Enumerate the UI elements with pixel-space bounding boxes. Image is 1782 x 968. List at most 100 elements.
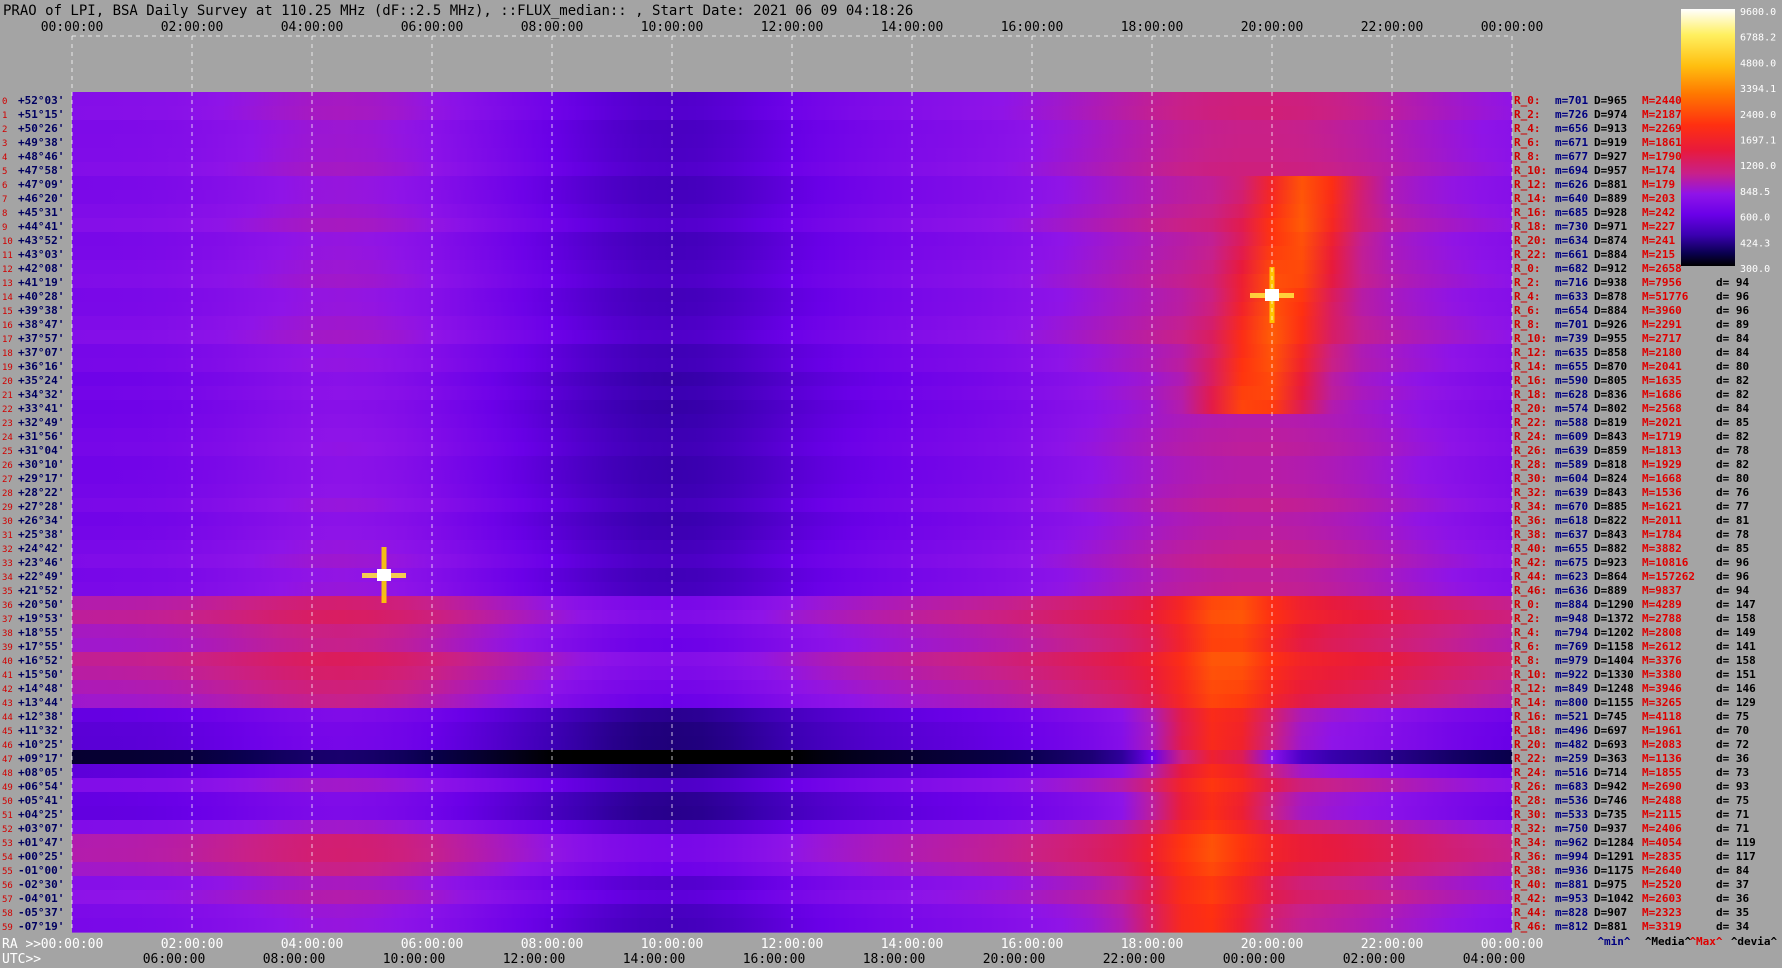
- stat-median: D=923: [1594, 556, 1627, 569]
- stat-min: m=588: [1555, 416, 1588, 429]
- stat-deviation: d= 78: [1716, 444, 1749, 457]
- row-index-label: 2: [2, 125, 7, 135]
- stat-max: M=1784: [1642, 528, 1682, 541]
- stat-median: D=1291: [1594, 850, 1634, 863]
- stat-median: D=1290: [1594, 598, 1634, 611]
- stat-ray: R_8:: [1514, 654, 1541, 667]
- stat-median: D=1155: [1594, 696, 1634, 709]
- stat-deviation: d= 35: [1716, 906, 1749, 919]
- stat-deviation: d= 93: [1716, 780, 1749, 793]
- stat-deviation: d= 84: [1716, 346, 1749, 359]
- top-tick-label: 14:00:00: [881, 20, 944, 35]
- stat-ray: R_4:: [1514, 626, 1541, 639]
- row-index-label: 55: [2, 867, 13, 877]
- row-index-label: 32: [2, 545, 13, 555]
- stat-min: m=671: [1555, 136, 1588, 149]
- stat-ray: R_38:: [1514, 528, 1547, 541]
- stat-deviation: d= 84: [1716, 402, 1749, 415]
- stat-max: M=1635: [1642, 374, 1682, 387]
- stat-ray: R_36:: [1514, 514, 1547, 527]
- top-tick-label: 18:00:00: [1121, 20, 1184, 35]
- top-tick-label: 22:00:00: [1361, 20, 1424, 35]
- dec-label: +22°49': [18, 570, 64, 583]
- stat-min: m=589: [1555, 458, 1588, 471]
- row-index-label: 51: [2, 811, 13, 821]
- stat-min: m=701: [1555, 94, 1588, 107]
- dec-label: +31°04': [18, 444, 64, 457]
- colorbar-tick: 1697.1: [1740, 136, 1776, 147]
- stat-min: m=496: [1555, 724, 1588, 737]
- stat-min: m=656: [1555, 122, 1588, 135]
- stat-median: D=913: [1594, 122, 1627, 135]
- utc-tick-label: 06:00:00: [143, 952, 206, 967]
- stat-min: m=881: [1555, 878, 1588, 891]
- stat-min: m=590: [1555, 374, 1588, 387]
- ra-tick-label: 14:00:00: [881, 937, 944, 952]
- stat-deviation: d= 34: [1716, 920, 1749, 933]
- stat-deviation: d= 36: [1716, 892, 1749, 905]
- stat-deviation: d= 71: [1716, 808, 1749, 821]
- stat-deviation: d= 72: [1716, 738, 1749, 751]
- stat-max: M=2269: [1642, 122, 1682, 135]
- dec-label: +00°25': [18, 850, 64, 863]
- stat-median: D=859: [1594, 444, 1627, 457]
- stat-max: M=1813: [1642, 444, 1682, 457]
- stat-ray: R_40:: [1514, 878, 1547, 891]
- dec-label: +16°52': [18, 654, 64, 667]
- dec-label: +37°57': [18, 332, 64, 345]
- stat-ray: R_40:: [1514, 542, 1547, 555]
- stat-median: D=1284: [1594, 836, 1634, 849]
- utc-axis-prefix: UTC>>: [2, 952, 41, 967]
- top-tick-label: 02:00:00: [161, 20, 224, 35]
- stat-median: D=843: [1594, 528, 1627, 541]
- ra-tick-label: 08:00:00: [521, 937, 584, 952]
- stat-min: m=994: [1555, 850, 1588, 863]
- stat-min: m=948: [1555, 612, 1588, 625]
- row-index-label: 6: [2, 181, 7, 191]
- stat-max: M=2808: [1642, 626, 1682, 639]
- stat-deviation: d= 84: [1716, 332, 1749, 345]
- stat-ray: R_46:: [1514, 920, 1547, 933]
- stat-median: D=1175: [1594, 864, 1634, 877]
- stat-min: m=618: [1555, 514, 1588, 527]
- stat-ray: R_0:: [1514, 262, 1541, 275]
- stat-ray: R_14:: [1514, 192, 1547, 205]
- colorbar-tick: 4800.0: [1740, 58, 1776, 69]
- stat-median: D=858: [1594, 346, 1627, 359]
- stat-deviation: d= 36: [1716, 752, 1749, 765]
- stat-ray: R_22:: [1514, 248, 1547, 261]
- row-index-label: 19: [2, 363, 13, 373]
- stat-ray: R_16:: [1514, 206, 1547, 219]
- colorbar-tick: 9600.0: [1740, 7, 1776, 18]
- row-index-label: 0: [2, 97, 7, 107]
- stat-min: m=639: [1555, 444, 1588, 457]
- stat-ray: R_8:: [1514, 318, 1541, 331]
- top-tick-label: 20:00:00: [1241, 20, 1304, 35]
- stat-min: m=962: [1555, 836, 1588, 849]
- stat-median: D=824: [1594, 472, 1627, 485]
- stat-ray: R_44:: [1514, 906, 1547, 919]
- stat-max: M=9837: [1642, 584, 1682, 597]
- stat-median: D=1202: [1594, 626, 1634, 639]
- stat-max: M=7956: [1642, 276, 1682, 289]
- stat-median: D=919: [1594, 136, 1627, 149]
- colorbar-tick: 600.0: [1740, 213, 1770, 224]
- ra-tick-label: 00:00:00: [1481, 937, 1544, 952]
- dec-label: -02°30': [18, 878, 64, 891]
- top-tick-label: 00:00:00: [41, 20, 104, 35]
- stat-max: M=2835: [1642, 850, 1682, 863]
- row-index-label: 12: [2, 265, 13, 275]
- stat-deviation: d= 96: [1716, 290, 1749, 303]
- ra-tick-label: 10:00:00: [641, 937, 704, 952]
- dec-label: +20°50': [18, 598, 64, 611]
- row-index-label: 39: [2, 643, 13, 653]
- stat-median: D=693: [1594, 738, 1627, 751]
- stat-ray: R_26:: [1514, 780, 1547, 793]
- stat-max: M=3946: [1642, 682, 1682, 695]
- stat-max: M=2180: [1642, 346, 1682, 359]
- dec-label: +43°03': [18, 248, 64, 261]
- dec-label: +46°20': [18, 192, 64, 205]
- top-time-ticks: 00:00:00 02:00:00 04:00:00 06:00:00 08:00:00…: [41, 20, 1544, 35]
- ra-tick-label: 18:00:00: [1121, 937, 1184, 952]
- row-index-label: 45: [2, 727, 13, 737]
